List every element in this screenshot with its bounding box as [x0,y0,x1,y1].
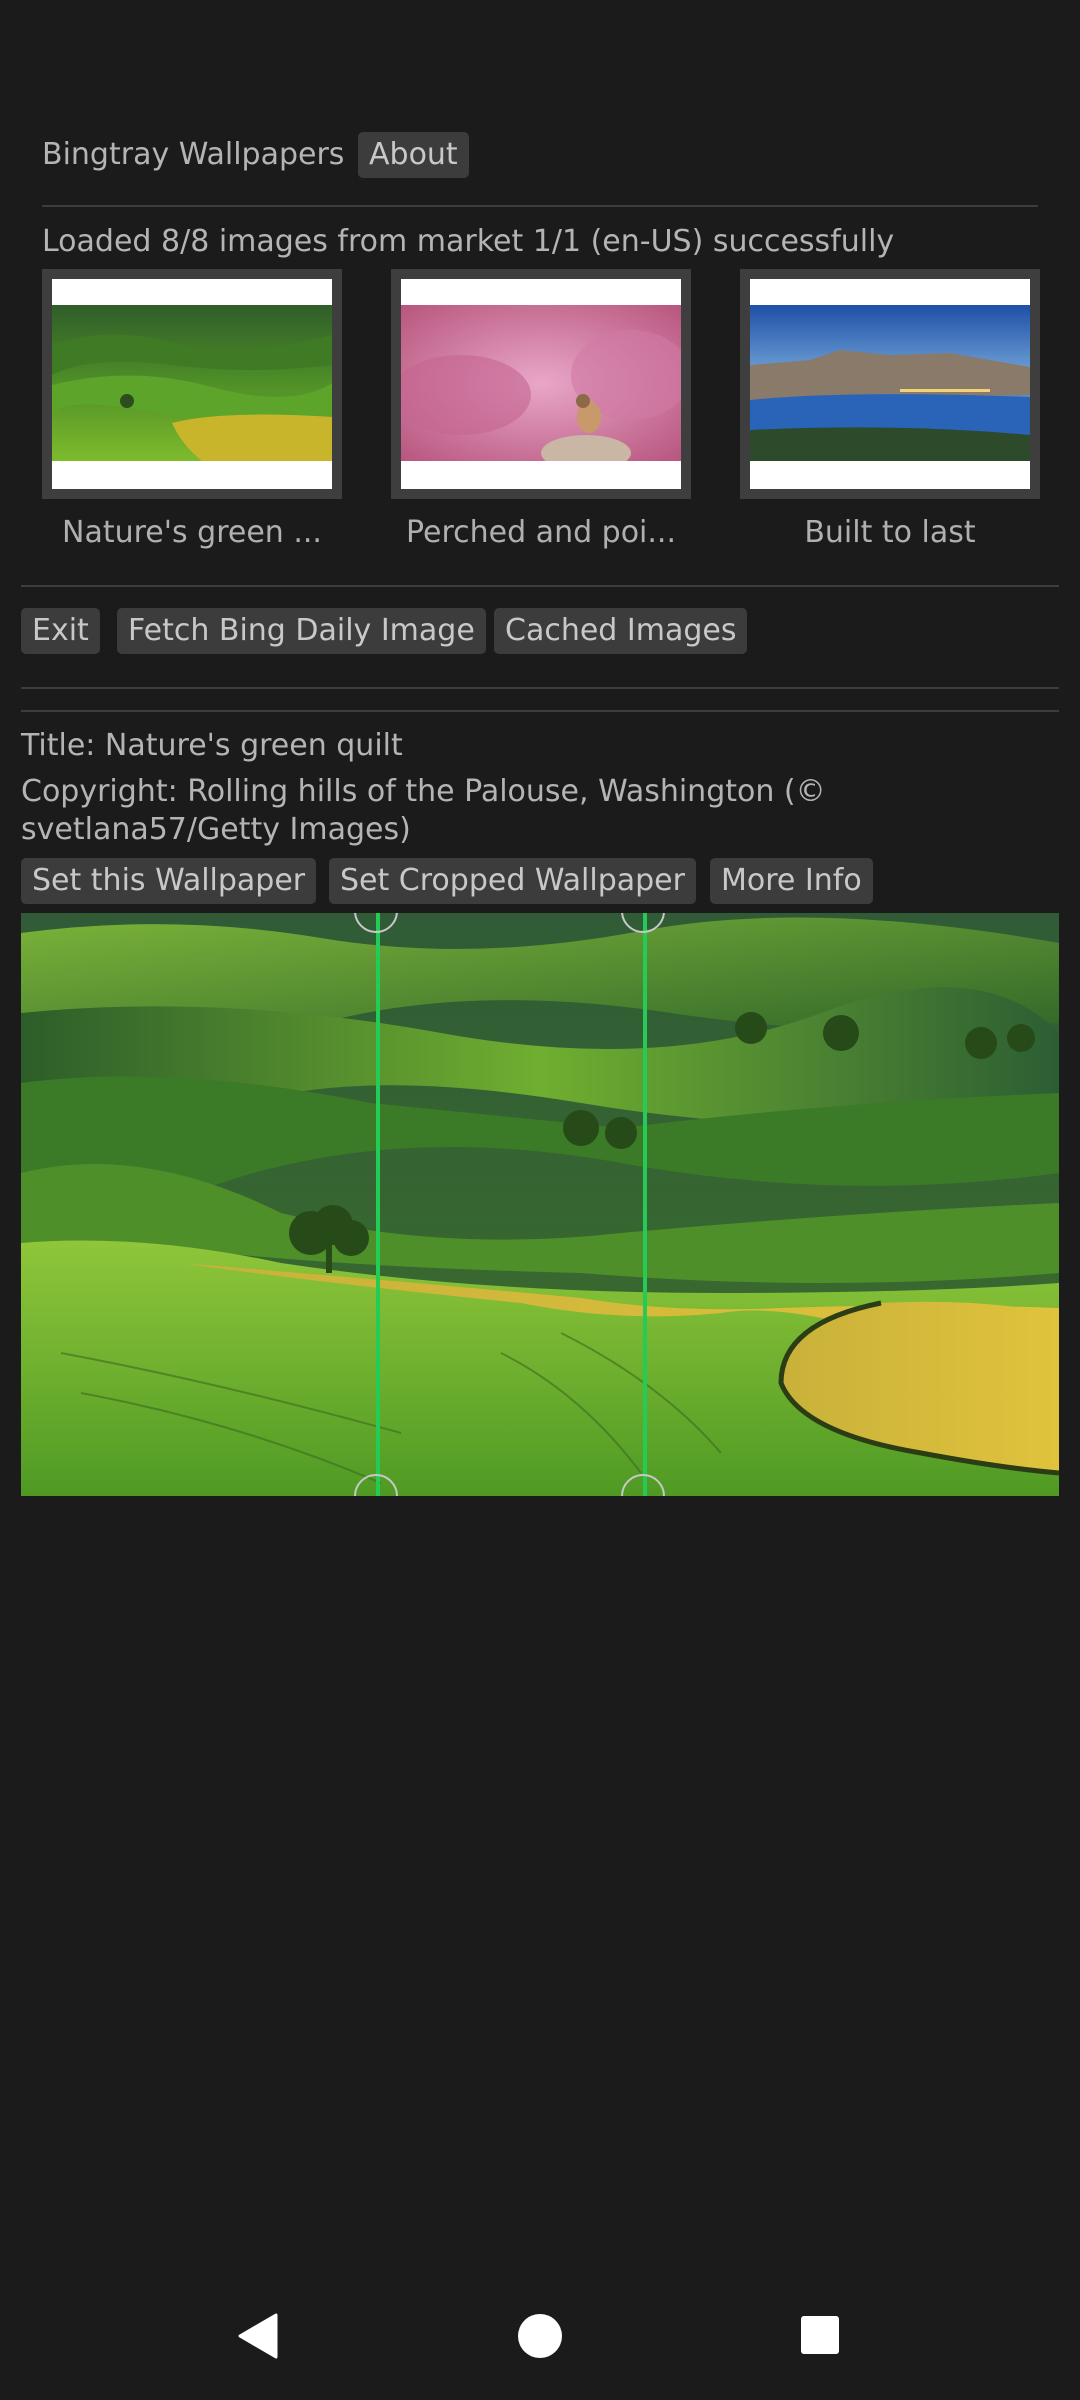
set-wallpaper-button[interactable]: Set this Wallpaper [21,858,317,904]
more-info-button[interactable]: More Info [710,858,873,904]
wallpaper-preview[interactable] [21,913,1059,1496]
wallpaper-copyright-line-1: Copyright: Rolling hills of the Palouse,… [21,774,826,809]
toolbar-divider-1 [21,687,1059,689]
cached-images-button[interactable]: Cached Images [494,608,748,654]
exit-button[interactable]: Exit [21,608,100,654]
thumbnail-caption-3: Built to last [804,515,976,550]
status-message: Loaded 8/8 images from market 1/1 (en-US… [42,224,895,259]
crop-left-line[interactable] [376,913,380,1496]
thumbnail-1[interactable] [42,269,342,499]
thumbnail-caption-1: Nature's green ... [62,515,322,550]
set-cropped-wallpaper-button[interactable]: Set Cropped Wallpaper [329,858,696,904]
back-triangle-icon[interactable] [236,2313,280,2363]
thumbnail-2[interactable] [391,269,691,499]
thumbnail-image-bird [401,305,681,461]
thumbnail-caption-2: Perched and poi... [405,515,676,550]
thumbnail-divider [21,585,1059,587]
app-title: Bingtray Wallpapers [42,137,345,172]
thumbnail-image-coastal-town [750,305,1030,461]
thumbnail-image-green-hills [52,305,332,461]
wallpaper-title: Title: Nature's green quilt [21,728,403,763]
toolbar-divider-2 [21,710,1059,712]
wallpaper-copyright-line-2: svetlana57/Getty Images) [21,812,411,847]
wallpaper-preview-image [21,913,1059,1496]
about-button[interactable]: About [358,132,469,178]
home-circle-icon[interactable] [517,2313,563,2363]
fetch-bing-daily-image-button[interactable]: Fetch Bing Daily Image [117,608,486,654]
crop-right-line[interactable] [643,913,647,1496]
header-divider [42,205,1038,207]
thumbnail-3[interactable] [740,269,1040,499]
recents-square-icon[interactable] [800,2315,840,2359]
